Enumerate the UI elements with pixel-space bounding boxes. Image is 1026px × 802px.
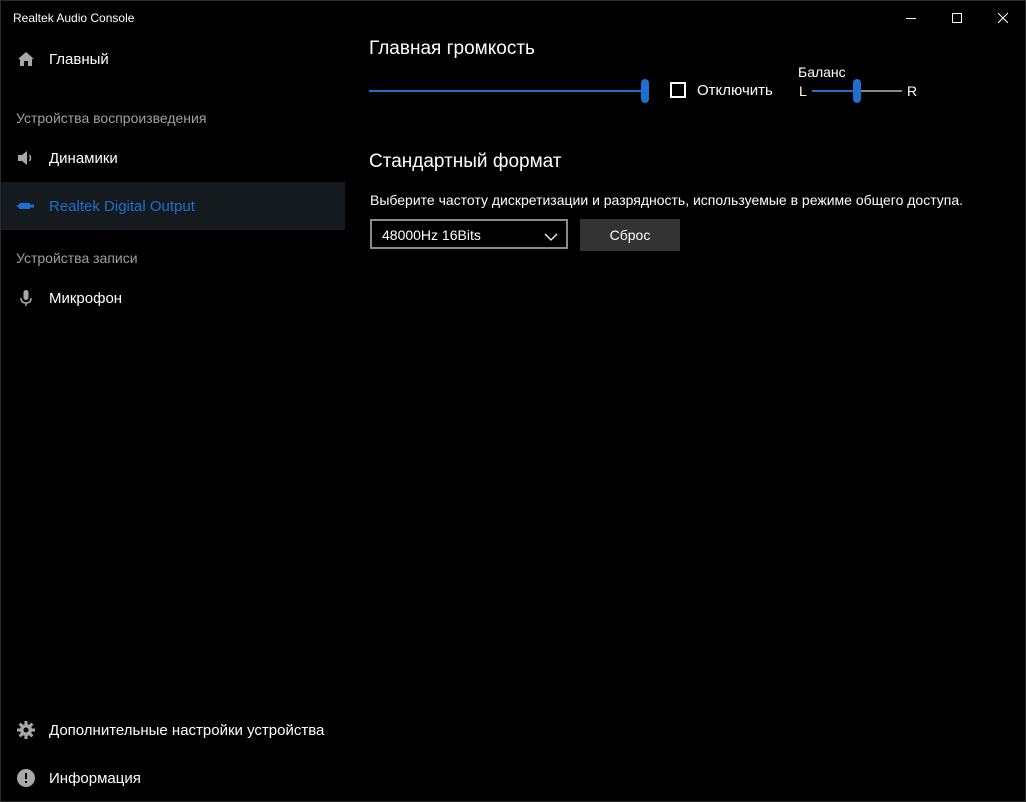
- digital-output-icon: [16, 196, 36, 216]
- sidebar-item-label: Главный: [49, 50, 109, 68]
- balance-slider[interactable]: [812, 79, 902, 103]
- sidebar: Главный Устройства воспроизведения Динам…: [1, 35, 345, 801]
- sidebar-item-realtek-digital-output[interactable]: Realtek Digital Output: [1, 182, 345, 230]
- title-bar[interactable]: Realtek Audio Console: [1, 1, 1025, 35]
- volume-slider[interactable]: [369, 79, 653, 103]
- info-icon: [16, 768, 36, 788]
- balance-slider-thumb[interactable]: [853, 79, 861, 103]
- playback-devices-header: Устройства воспроизведения: [16, 110, 207, 126]
- sidebar-item-speakers[interactable]: Динамики: [1, 134, 345, 182]
- default-format-description: Выберите частоту дискретизации и разрядн…: [370, 192, 964, 208]
- gear-icon: [16, 720, 36, 740]
- default-format-title: Стандартный формат: [369, 151, 562, 172]
- reset-button[interactable]: Сброс: [580, 219, 680, 251]
- format-dropdown[interactable]: 48000Hz 16Bits: [370, 219, 568, 249]
- speaker-icon: [16, 148, 36, 168]
- close-icon: [998, 13, 1008, 23]
- balance-slider-track: [861, 90, 902, 92]
- app-window: Realtek Audio Console Главный Устройства…: [0, 0, 1026, 802]
- balance-right-label: R: [907, 83, 918, 99]
- volume-slider-fill: [369, 90, 649, 92]
- minimize-icon: [906, 18, 916, 19]
- sidebar-item-advanced-settings[interactable]: Дополнительные настройки устройства: [1, 706, 345, 754]
- mute-label: Отключить: [697, 82, 773, 99]
- balance-slider-fill: [812, 90, 856, 92]
- format-dropdown-value: 48000Hz 16Bits: [382, 227, 481, 243]
- main-panel: Главная громкость Отключить Баланс L R С…: [345, 35, 1025, 801]
- chevron-down-icon: [544, 229, 558, 247]
- maximize-icon: [952, 13, 962, 23]
- sidebar-item-label: Динамики: [49, 149, 118, 167]
- mute-checkbox[interactable]: [670, 82, 686, 98]
- master-volume-title: Главная громкость: [369, 38, 535, 59]
- window-title: Realtek Audio Console: [13, 11, 135, 25]
- microphone-icon: [16, 288, 36, 308]
- volume-slider-thumb[interactable]: [641, 79, 649, 103]
- minimize-button[interactable]: [888, 1, 934, 35]
- balance-label: Баланс: [798, 64, 846, 80]
- sidebar-item-label: Микрофон: [49, 289, 123, 307]
- sidebar-item-info[interactable]: Информация: [1, 754, 345, 802]
- sidebar-item-label: Дополнительные настройки устройства: [49, 721, 325, 739]
- close-button[interactable]: [980, 1, 1026, 35]
- recording-devices-header: Устройства записи: [16, 250, 138, 266]
- home-icon: [16, 49, 36, 69]
- sidebar-item-microphone[interactable]: Микрофон: [1, 274, 345, 322]
- maximize-button[interactable]: [934, 1, 980, 35]
- balance-left-label: L: [799, 83, 807, 99]
- sidebar-item-label: Realtek Digital Output: [49, 197, 195, 215]
- sidebar-item-label: Информация: [49, 769, 141, 787]
- sidebar-item-main[interactable]: Главный: [1, 35, 345, 83]
